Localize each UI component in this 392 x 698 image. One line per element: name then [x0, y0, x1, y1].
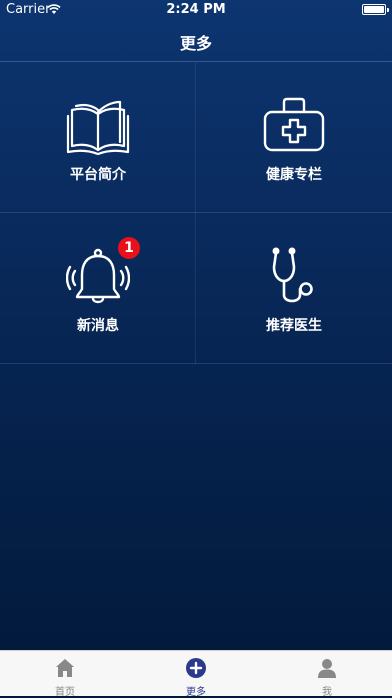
tab-home[interactable]: 首页: [0, 651, 130, 698]
stethoscope-icon: [272, 247, 313, 303]
tab-bar: 首页 更多 我: [0, 650, 392, 698]
screen-background: Carrier 2:24 PM 更多 平台简介 健康专栏 1 新消息 推荐医生: [0, 0, 392, 650]
menu-item-label: 推荐医生: [266, 318, 322, 334]
tab-more[interactable]: 更多: [131, 651, 261, 698]
menu-item-platform-intro[interactable]: 平台简介: [0, 62, 196, 213]
menu-item-health-column[interactable]: 健康专栏: [196, 62, 392, 213]
page-title: 更多: [179, 34, 212, 53]
menu-grid: 平台简介 健康专栏 1 新消息 推荐医生: [0, 62, 392, 364]
menu-item-label: 平台简介: [70, 167, 126, 183]
menu-item-new-messages[interactable]: 1 新消息: [0, 213, 196, 364]
plus-circle-icon: [186, 658, 206, 678]
menu-item-recommended-doctors[interactable]: 推荐医生: [196, 213, 392, 364]
medical-kit-icon: [263, 97, 325, 152]
menu-item-label: 健康专栏: [266, 167, 322, 183]
home-icon: [56, 659, 74, 677]
menu-item-label: 新消息: [77, 318, 119, 334]
status-time: 2:24 PM: [166, 2, 226, 17]
status-bar: Carrier 2:24 PM: [0, 0, 392, 20]
notification-badge: 1: [118, 237, 140, 259]
battery-icon: [362, 4, 389, 15]
user-icon: [318, 659, 336, 678]
tab-me[interactable]: 我: [262, 651, 392, 698]
book-icon: [66, 100, 130, 156]
